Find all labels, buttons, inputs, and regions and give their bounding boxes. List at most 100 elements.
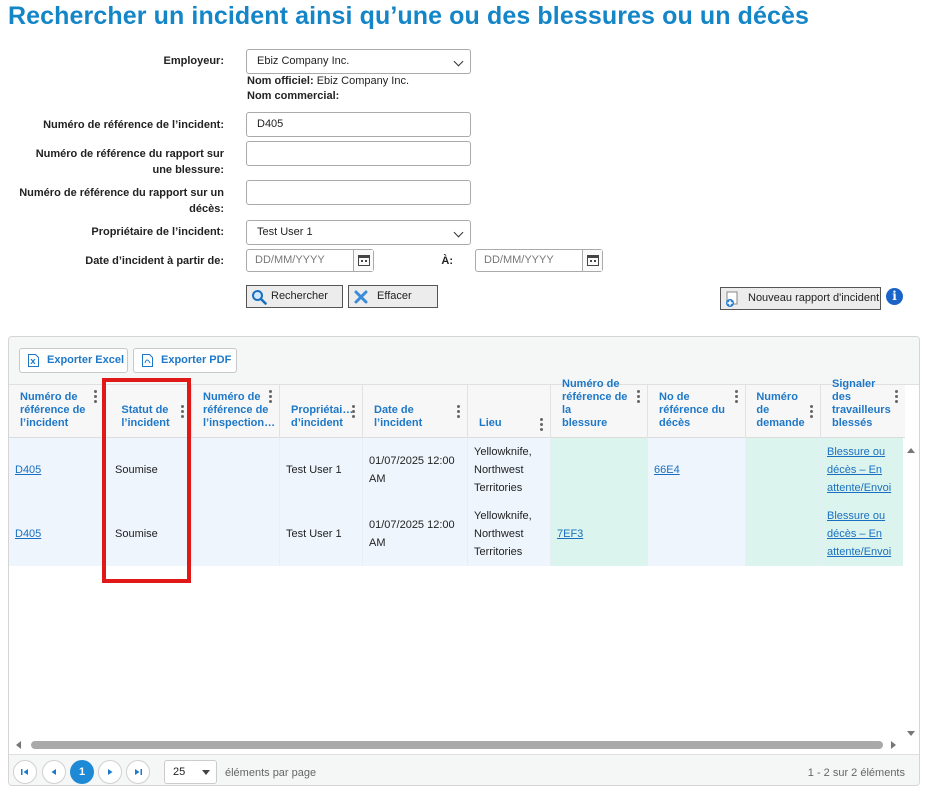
search-button[interactable]: Rechercher: [246, 285, 343, 308]
clear-button-label: Effacer: [377, 290, 412, 302]
column-menu-icon[interactable]: [810, 405, 813, 420]
current-page-indicator[interactable]: 1: [70, 760, 94, 784]
column-header-location[interactable]: Lieu: [467, 385, 550, 438]
excel-file-icon: X: [28, 354, 39, 367]
header-text: référence de la: [562, 391, 628, 416]
header-text: blessure: [562, 417, 608, 429]
new-incident-report-button[interactable]: Nouveau rapport d'incident: [720, 287, 881, 310]
scroll-left-icon[interactable]: [16, 741, 21, 749]
cell-request-no: [745, 502, 820, 566]
column-header-date[interactable]: Date de l’incident: [362, 385, 467, 438]
employer-label: Employeur:: [163, 55, 224, 67]
previous-page-button[interactable]: [42, 760, 66, 784]
report-link-text: Blessure ou: [827, 510, 886, 522]
date-text: AM: [369, 537, 386, 549]
incident-ref-value: D405: [257, 118, 284, 130]
column-header-death-ref[interactable]: No de référence du décès: [647, 385, 745, 438]
calendar-icon[interactable]: [353, 250, 373, 271]
column-header-incident-ref[interactable]: Numéro de référence de l’incident: [9, 385, 104, 438]
date-to-input[interactable]: DD/MM/YYYY: [475, 249, 603, 272]
column-header-request-no[interactable]: Numéro de demande: [745, 385, 820, 438]
injury-report-ref-input[interactable]: [246, 141, 471, 166]
report-injured-link[interactable]: Blessure ou décès – En attente/Envoi: [827, 443, 891, 497]
column-header-inspection-ref[interactable]: Numéro de référence de l’inspection…: [191, 385, 279, 438]
vertical-scrollbar[interactable]: [903, 438, 919, 742]
report-link-text: attente/Envoi: [827, 546, 892, 558]
last-page-button[interactable]: [126, 760, 150, 784]
pager-summary: 1 - 2 sur 2 éléments: [807, 767, 905, 779]
header-text: l’incident: [20, 417, 69, 429]
header-text: No de: [659, 391, 690, 403]
cell-owner: Test User 1: [279, 438, 362, 502]
cell-incident-ref[interactable]: D405: [9, 438, 104, 502]
cell-owner: Test User 1: [279, 502, 362, 566]
death-ref-link[interactable]: 66E4: [654, 461, 680, 479]
page-size-select[interactable]: 25: [164, 760, 217, 784]
scroll-right-icon[interactable]: [891, 741, 896, 749]
header-text: blessés: [832, 417, 873, 429]
death-report-ref-label: Numéro de référence du rapport sur un dé…: [10, 185, 224, 217]
column-menu-icon[interactable]: [352, 405, 355, 420]
calendar-icon[interactable]: [582, 250, 602, 271]
injury-report-ref-label: Numéro de référence du rapport sur une b…: [10, 146, 224, 178]
column-menu-icon[interactable]: [637, 390, 640, 405]
official-name-info: Nom officiel: Ebiz Company Inc.: [247, 75, 409, 87]
column-header-owner[interactable]: Propriétai… d’incident: [279, 385, 362, 438]
location-text: Yellowknife,: [474, 510, 532, 522]
add-document-icon: [725, 291, 741, 315]
grid-pager: 1 25 éléments par page 1 - 2 sur 2 éléme…: [9, 754, 919, 785]
cell-date: 01/07/2025 12:00 AM: [362, 438, 467, 502]
incident-ref-input[interactable]: D405: [246, 112, 471, 137]
injury-report-ref-label-line1: Numéro de référence du rapport sur: [35, 148, 224, 160]
cell-location: Yellowknife, Northwest Territories: [467, 502, 550, 566]
previous-page-icon: [51, 769, 56, 775]
header-text: référence du: [659, 404, 726, 416]
column-menu-icon[interactable]: [735, 390, 738, 405]
scroll-down-icon[interactable]: [907, 731, 915, 736]
column-header-injury-ref[interactable]: Numéro de référence de la blessure: [550, 378, 647, 438]
next-page-icon: [108, 769, 113, 775]
next-page-button[interactable]: [98, 760, 122, 784]
page-title: Rechercher un incident ainsi qu’une ou d…: [8, 2, 810, 30]
injury-report-ref-label-line2: une blessure:: [152, 164, 224, 176]
owner-label: Propriétaire de l’incident:: [91, 226, 224, 238]
report-link-text: Blessure ou: [827, 446, 886, 458]
death-report-ref-input[interactable]: [246, 180, 471, 205]
info-icon[interactable]: i: [886, 288, 903, 305]
injury-ref-link[interactable]: 7EF3: [557, 525, 583, 543]
export-excel-button[interactable]: X Exporter Excel: [19, 348, 128, 373]
column-header-report-injured[interactable]: Signaler des travailleurs blessés: [820, 378, 905, 438]
clear-button[interactable]: Effacer: [348, 285, 438, 308]
column-menu-icon[interactable]: [457, 405, 460, 420]
horizontal-scroll-thumb[interactable]: [31, 741, 883, 749]
column-menu-icon[interactable]: [540, 418, 543, 433]
header-text: Signaler des: [832, 378, 876, 403]
export-pdf-button[interactable]: Exporter PDF: [133, 348, 237, 373]
report-injured-link[interactable]: Blessure ou décès – En attente/Envoi: [827, 507, 891, 561]
owner-select[interactable]: Test User 1: [246, 220, 471, 245]
chevron-down-icon: [202, 770, 210, 775]
location-text: Northwest: [474, 464, 524, 476]
cell-incident-ref[interactable]: D405: [9, 502, 104, 566]
incident-ref-link[interactable]: D405: [15, 525, 41, 543]
location-text: Northwest: [474, 528, 524, 540]
incident-ref-link[interactable]: D405: [15, 461, 41, 479]
horizontal-scrollbar[interactable]: [9, 738, 905, 752]
chevron-down-icon: [453, 227, 464, 238]
column-menu-icon[interactable]: [269, 390, 272, 405]
header-text: travailleurs: [832, 404, 891, 416]
scroll-up-icon[interactable]: [907, 448, 915, 453]
cell-report-injured: Blessure ou décès – En attente/Envoi: [820, 502, 905, 566]
location-text: Yellowknife,: [474, 446, 532, 458]
date-text: AM: [369, 473, 386, 485]
status-column-highlight: [102, 378, 191, 583]
date-from-input[interactable]: DD/MM/YYYY: [246, 249, 374, 272]
cell-request-no: [745, 438, 820, 502]
column-menu-icon[interactable]: [895, 390, 898, 405]
location-text: Territories: [474, 482, 523, 494]
first-page-button[interactable]: [13, 760, 37, 784]
employer-select[interactable]: Ebiz Company Inc.: [246, 49, 471, 74]
header-text: décès: [659, 417, 691, 429]
new-incident-report-label: Nouveau rapport d'incident: [748, 292, 880, 304]
column-menu-icon[interactable]: [94, 390, 97, 405]
